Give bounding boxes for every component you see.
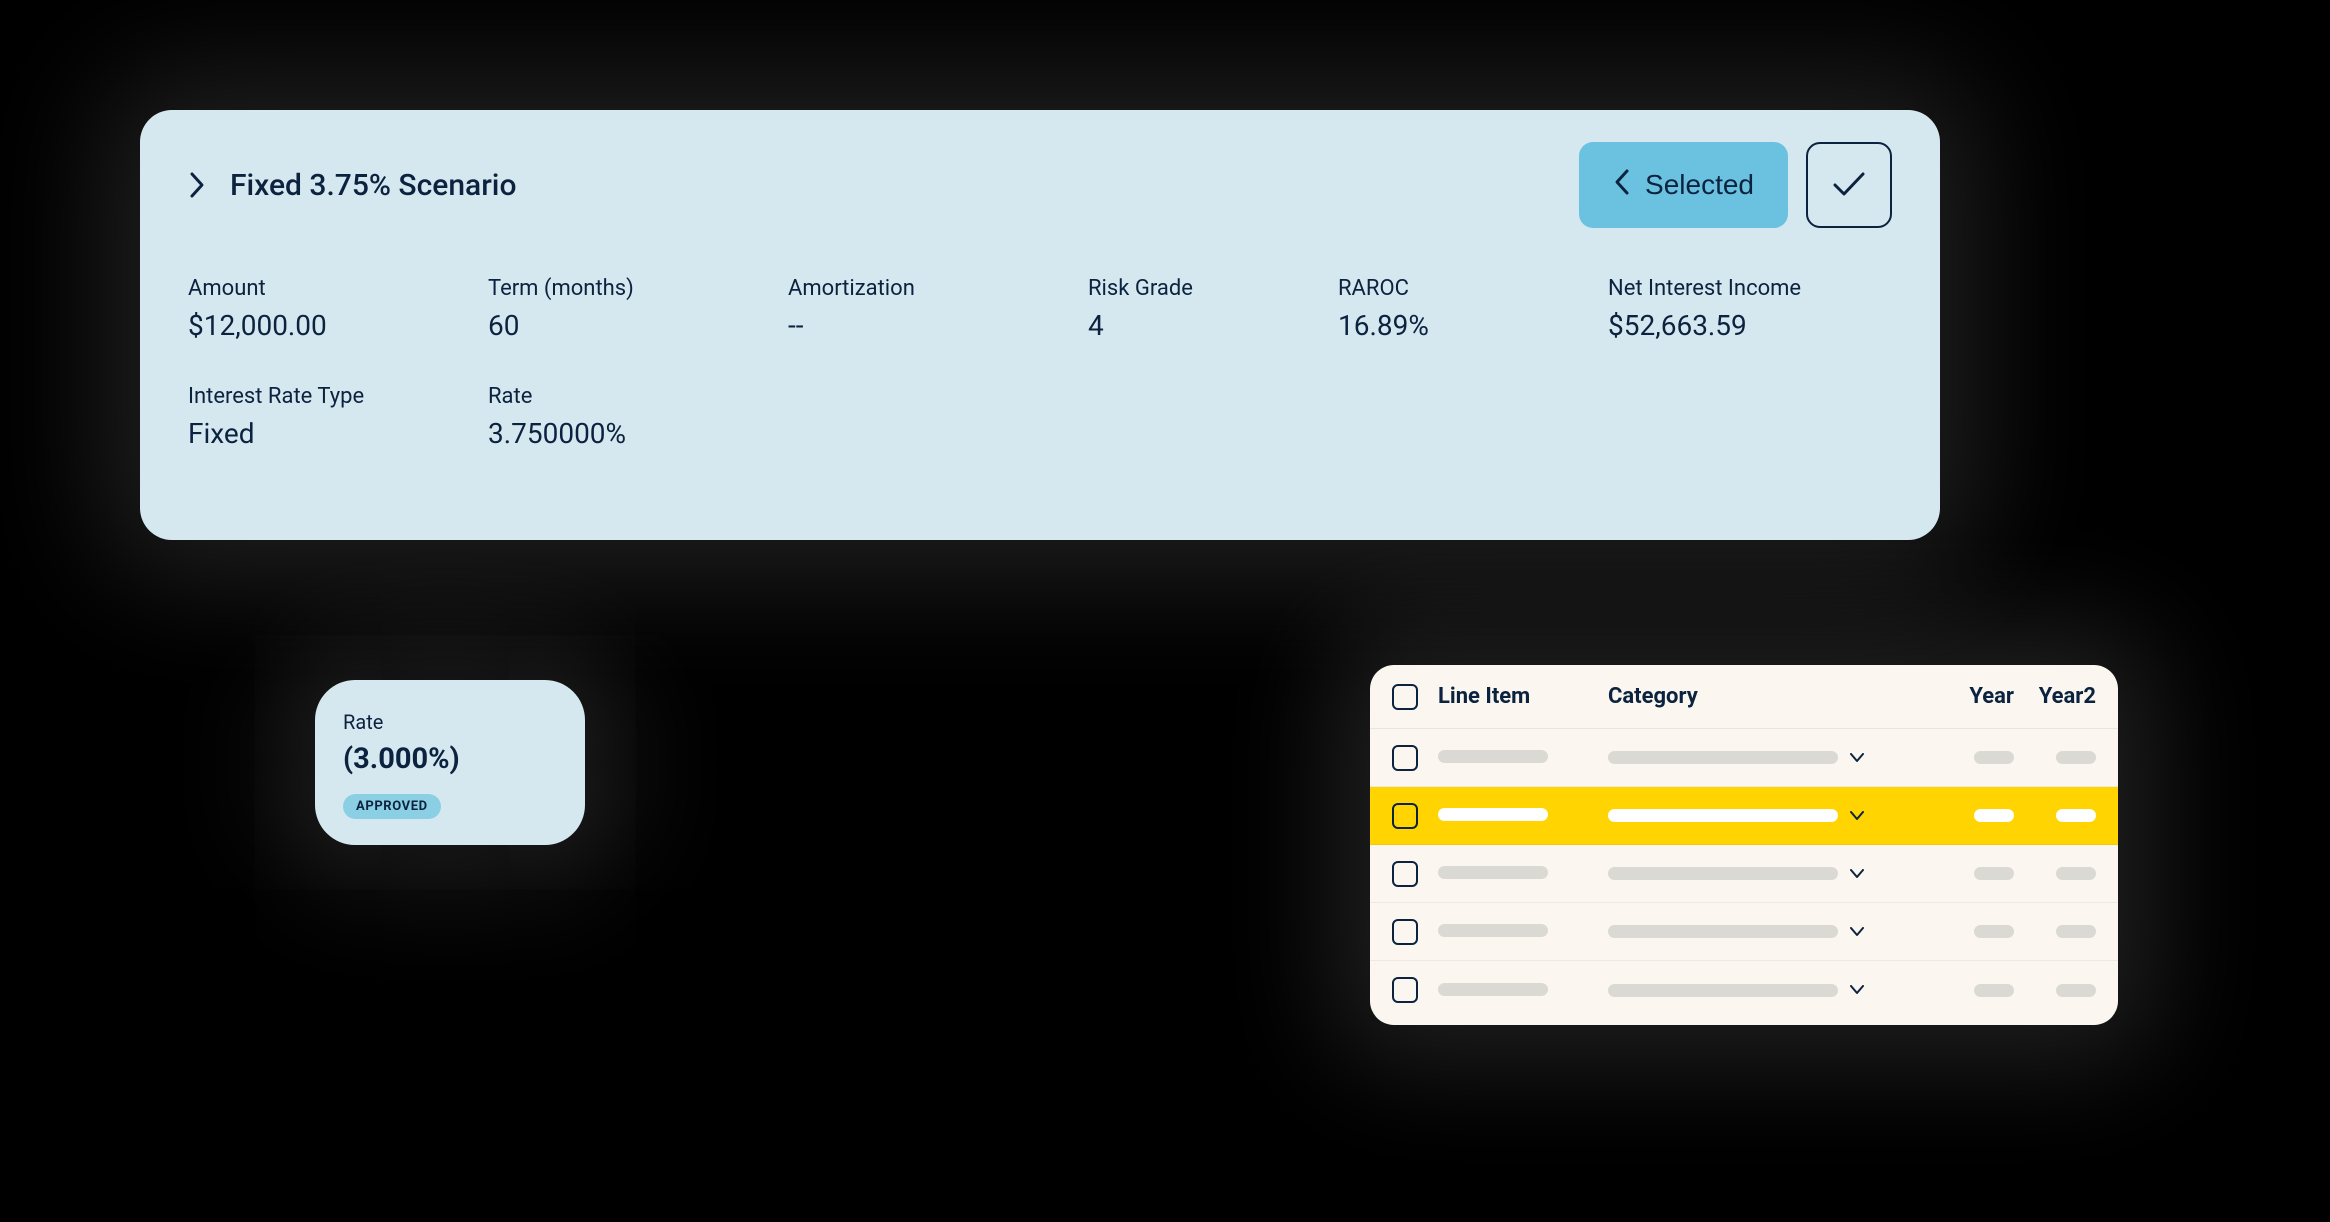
line-item-table: Line Item Category Year Year2 bbox=[1370, 665, 2118, 1025]
placeholder bbox=[1608, 925, 1838, 938]
metric-value: $52,663.59 bbox=[1608, 309, 1818, 342]
col-year2-header: Year2 bbox=[2014, 684, 2096, 709]
placeholder bbox=[2056, 809, 2096, 822]
caret-down-icon[interactable] bbox=[1850, 811, 1864, 821]
metric-label: Interest Rate Type bbox=[188, 384, 448, 409]
placeholder bbox=[1974, 809, 2014, 822]
scenario-title-wrap: Fixed 3.75% Scenario bbox=[188, 168, 516, 203]
row-checkbox[interactable] bbox=[1392, 745, 1418, 771]
placeholder bbox=[1974, 867, 2014, 880]
select-all-checkbox[interactable] bbox=[1392, 684, 1418, 710]
table-row[interactable] bbox=[1370, 729, 2118, 787]
placeholder bbox=[2056, 925, 2096, 938]
caret-down-icon[interactable] bbox=[1850, 753, 1864, 763]
metric-rate: Rate 3.750000% bbox=[488, 384, 788, 450]
metric-amount: Amount $12,000.00 bbox=[188, 276, 488, 342]
row-checkbox[interactable] bbox=[1392, 919, 1418, 945]
placeholder bbox=[1608, 809, 1838, 822]
row-checkbox[interactable] bbox=[1392, 861, 1418, 887]
metric-label: Amount bbox=[188, 276, 448, 301]
table-row[interactable] bbox=[1370, 845, 2118, 903]
caret-down-icon[interactable] bbox=[1850, 869, 1864, 879]
metric-term: Term (months) 60 bbox=[488, 276, 788, 342]
row-checkbox[interactable] bbox=[1392, 803, 1418, 829]
rate-card: Rate (3.000%) APPROVED bbox=[315, 680, 585, 845]
scenario-actions: Selected bbox=[1579, 142, 1892, 228]
metric-label: Risk Grade bbox=[1088, 276, 1298, 301]
confirm-button[interactable] bbox=[1806, 142, 1892, 228]
row-checkbox[interactable] bbox=[1392, 977, 1418, 1003]
metric-risk-grade: Risk Grade 4 bbox=[1088, 276, 1338, 342]
col-year-header: Year bbox=[1932, 684, 2014, 709]
caret-down-icon[interactable] bbox=[1850, 927, 1864, 937]
col-check bbox=[1392, 684, 1438, 710]
metric-raroc: RAROC 16.89% bbox=[1338, 276, 1608, 342]
placeholder bbox=[1438, 924, 1548, 937]
table-header-row: Line Item Category Year Year2 bbox=[1370, 665, 2118, 729]
placeholder bbox=[1608, 984, 1838, 997]
metric-value: 16.89% bbox=[1338, 309, 1568, 342]
metric-net-interest-income: Net Interest Income $52,663.59 bbox=[1608, 276, 1858, 342]
scenario-title: Fixed 3.75% Scenario bbox=[230, 168, 516, 203]
scenario-header: Fixed 3.75% Scenario Selected bbox=[188, 142, 1892, 228]
metric-value: -- bbox=[788, 309, 1048, 342]
selected-button-label: Selected bbox=[1645, 169, 1754, 201]
chevron-right-icon[interactable] bbox=[188, 171, 206, 199]
scenario-card: Fixed 3.75% Scenario Selected Amount $12… bbox=[140, 110, 1940, 540]
placeholder bbox=[1974, 925, 2014, 938]
placeholder bbox=[1438, 983, 1548, 996]
table-row[interactable] bbox=[1370, 787, 2118, 845]
placeholder bbox=[1608, 751, 1838, 764]
metric-label: RAROC bbox=[1338, 276, 1568, 301]
placeholder bbox=[1608, 867, 1838, 880]
table-row[interactable] bbox=[1370, 961, 2118, 1019]
metric-value: 60 bbox=[488, 309, 748, 342]
metric-value: 3.750000% bbox=[488, 417, 748, 450]
placeholder bbox=[1438, 808, 1548, 821]
placeholder bbox=[1438, 750, 1548, 763]
placeholder bbox=[2056, 751, 2096, 764]
placeholder bbox=[2056, 984, 2096, 997]
category-header-text: Category bbox=[1608, 684, 1698, 709]
selected-button[interactable]: Selected bbox=[1579, 142, 1788, 228]
metric-label: Amortization bbox=[788, 276, 1048, 301]
chevron-left-icon bbox=[1613, 167, 1631, 204]
metric-value: Fixed bbox=[188, 417, 448, 450]
metric-amortization: Amortization -- bbox=[788, 276, 1088, 342]
metric-value: $12,000.00 bbox=[188, 309, 448, 342]
rate-value: (3.000%) bbox=[343, 742, 557, 776]
metric-interest-rate-type: Interest Rate Type Fixed bbox=[188, 384, 488, 450]
table-row[interactable] bbox=[1370, 903, 2118, 961]
metric-value: 4 bbox=[1088, 309, 1298, 342]
caret-down-icon[interactable] bbox=[1850, 985, 1864, 995]
check-icon bbox=[1831, 170, 1867, 201]
rate-label: Rate bbox=[343, 710, 557, 734]
col-category-header: Category bbox=[1608, 684, 1932, 709]
placeholder bbox=[1974, 984, 2014, 997]
placeholder bbox=[2056, 867, 2096, 880]
metric-label: Rate bbox=[488, 384, 748, 409]
metric-label: Term (months) bbox=[488, 276, 748, 301]
placeholder bbox=[1438, 866, 1548, 879]
placeholder bbox=[1974, 751, 2014, 764]
col-line-item-header: Line Item bbox=[1438, 684, 1608, 709]
metrics-row: Amount $12,000.00 Term (months) 60 Amort… bbox=[188, 276, 1892, 492]
metric-label: Net Interest Income bbox=[1608, 276, 1818, 301]
status-badge: APPROVED bbox=[343, 794, 441, 819]
